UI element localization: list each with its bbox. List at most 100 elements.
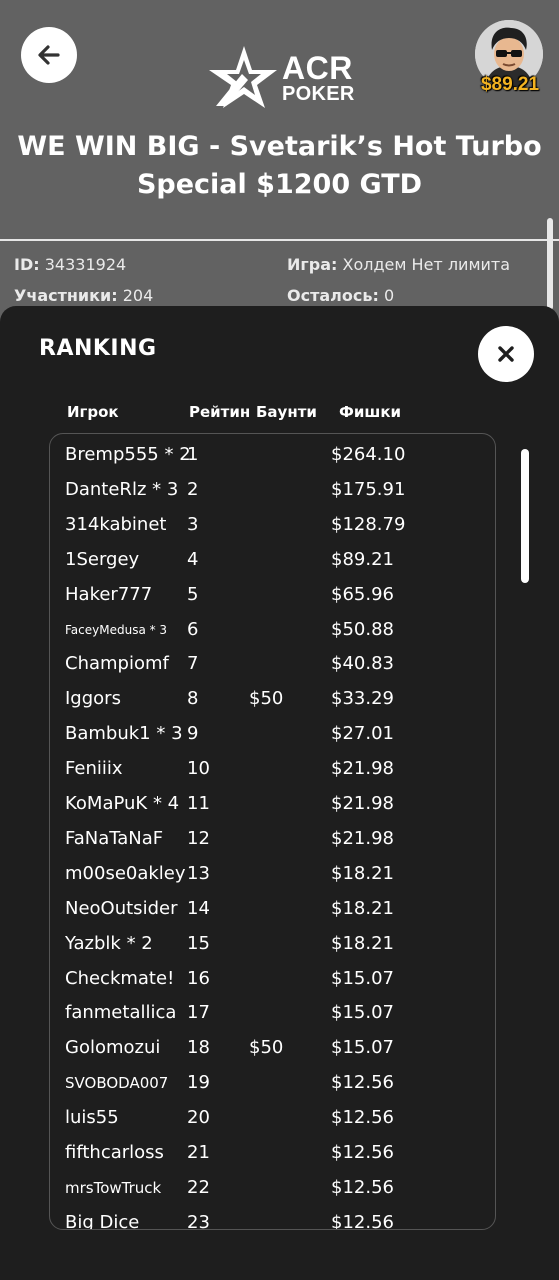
table-row[interactable]: mrsTowTruck 22 $12.56 bbox=[50, 1171, 495, 1206]
game-type: Игра: Холдем Нет лимита bbox=[287, 253, 510, 277]
col-header-rank[interactable]: Рейтин bbox=[189, 403, 250, 421]
player-rank: 19 bbox=[187, 1072, 210, 1094]
table-row[interactable]: Champiomf 7 $40.83 bbox=[50, 647, 495, 682]
table-row[interactable]: NeoOutsider 14 $18.21 bbox=[50, 892, 495, 927]
player-chips: $27.01 bbox=[331, 723, 394, 745]
player-name: 1Sergey bbox=[65, 548, 140, 570]
player-name: KoMaPuK * 4 bbox=[65, 793, 180, 814]
table-row[interactable]: fifthcarloss 21 $12.56 bbox=[50, 1136, 495, 1171]
acr-poker-logo: ACR POKER bbox=[206, 44, 356, 110]
player-chips: $21.98 bbox=[331, 758, 394, 780]
participants: Участники: 204 bbox=[14, 284, 153, 308]
player-chips: $15.07 bbox=[331, 1002, 394, 1024]
logo-poker: POKER bbox=[282, 83, 355, 105]
table-row[interactable]: Haker777 5 $65.96 bbox=[50, 578, 495, 613]
player-name: Bremp555 * 2 bbox=[65, 444, 191, 465]
col-header-chips[interactable]: Фишки bbox=[339, 403, 401, 421]
modal-title: RANKING bbox=[39, 336, 157, 361]
table-row[interactable]: m00se0akley 13 $18.21 bbox=[50, 857, 495, 892]
table-row[interactable]: 314kabinet 3 $128.79 bbox=[50, 508, 495, 543]
ranking-table[interactable]: Bremp555 * 2 1 $264.10 DanteRlz * 3 2 $175.91… bbox=[49, 433, 496, 1230]
player-name: luis55 bbox=[65, 1107, 119, 1129]
player-chips: $18.21 bbox=[331, 932, 394, 954]
id-value: 34331924 bbox=[44, 255, 127, 274]
player-name: Champiomf bbox=[65, 653, 169, 675]
player-chips: $65.96 bbox=[331, 583, 394, 605]
player-chips: $175.91 bbox=[331, 478, 406, 500]
info-right: Игра: Холдем Нет лимита Осталось: 0 bbox=[287, 253, 510, 308]
table-row[interactable]: DanteRlz * 3 2 $175.91 bbox=[50, 473, 495, 508]
player-rank: 7 bbox=[187, 653, 199, 675]
balance: $89.21 bbox=[480, 74, 540, 95]
game-label: Игра: bbox=[287, 255, 338, 274]
player-chips: $128.79 bbox=[331, 513, 406, 535]
table-row[interactable]: Iggors 8 $50 $33.29 bbox=[50, 682, 495, 717]
table-row[interactable]: 1Sergey 4 $89.21 bbox=[50, 543, 495, 578]
id-label: ID: bbox=[14, 255, 40, 274]
player-chips: $15.07 bbox=[331, 967, 394, 989]
player-name: Checkmate! bbox=[65, 967, 175, 989]
arrow-left-icon bbox=[38, 45, 60, 65]
remaining-value: 0 bbox=[383, 286, 395, 305]
player-chips: $21.98 bbox=[331, 793, 394, 814]
player-rank: 11 bbox=[187, 793, 210, 814]
player-rank: 3 bbox=[187, 513, 199, 535]
table-row[interactable]: FaNaTaNaF 12 $21.98 bbox=[50, 822, 495, 857]
title-line-2: Special $1200 GTD bbox=[136, 169, 423, 200]
player-chips: $12.56 bbox=[331, 1176, 394, 1198]
player-rank: 22 bbox=[187, 1176, 210, 1198]
ranking-scrollbar[interactable] bbox=[521, 449, 529, 583]
table-row[interactable]: Big Dice 23 $12.56 bbox=[50, 1206, 495, 1230]
participants-label: Участники: bbox=[14, 286, 118, 305]
col-header-player[interactable]: Игрок bbox=[67, 403, 119, 421]
table-row[interactable]: KoMaPuK * 4 11 $21.98 bbox=[50, 787, 495, 822]
player-name: fifthcarloss bbox=[65, 1142, 164, 1163]
player-chips: $50.88 bbox=[331, 618, 394, 640]
player-name: m00se0akley bbox=[65, 862, 186, 884]
table-row[interactable]: Golomozui 18 $50 $15.07 bbox=[50, 1031, 495, 1066]
game-value: Холдем Нет лимита bbox=[342, 255, 511, 274]
table-row[interactable]: SVOBODA007 19 $12.56 bbox=[50, 1066, 495, 1101]
table-row[interactable]: Yazblk * 2 15 $18.21 bbox=[50, 927, 495, 962]
player-name: fanmetallica bbox=[65, 1002, 177, 1024]
table-row[interactable]: Feniiix 10 $21.98 bbox=[50, 752, 495, 787]
ranking-modal: RANKING Игрок Рейтин Баунти Фишки Bremp5… bbox=[0, 306, 559, 1280]
tournament-title: WE WIN BIG - Svetarik’s Hot Turbo Specia… bbox=[0, 128, 559, 204]
col-header-bounty[interactable]: Баунти bbox=[256, 403, 317, 421]
player-rank: 14 bbox=[187, 897, 210, 919]
table-row[interactable]: FaceyMedusa * 3 6 $50.88 bbox=[50, 613, 495, 648]
player-rank: 21 bbox=[187, 1142, 210, 1163]
player-rank: 5 bbox=[187, 583, 199, 605]
player-bounty: $50 bbox=[249, 1037, 284, 1059]
account-avatar[interactable]: $89.21 bbox=[474, 18, 546, 98]
player-rank: 1 bbox=[187, 444, 199, 465]
player-rank: 15 bbox=[187, 932, 210, 954]
player-rank: 12 bbox=[187, 827, 210, 849]
table-row[interactable]: luis55 20 $12.56 bbox=[50, 1101, 495, 1136]
player-chips: $21.98 bbox=[331, 827, 394, 849]
close-button[interactable] bbox=[478, 326, 534, 382]
player-chips: $15.07 bbox=[331, 1037, 394, 1059]
logo-text: ACR POKER bbox=[282, 52, 355, 104]
player-name: Golomozui bbox=[65, 1037, 161, 1059]
player-rank: 17 bbox=[187, 1002, 210, 1024]
table-row[interactable]: Bambuk1 * 3 9 $27.01 bbox=[50, 717, 495, 752]
remaining: Осталось: 0 bbox=[287, 284, 510, 308]
player-rank: 4 bbox=[187, 548, 199, 570]
player-name: FaNaTaNaF bbox=[65, 827, 164, 849]
table-row[interactable]: fanmetallica 17 $15.07 bbox=[50, 996, 495, 1031]
page-scrollbar[interactable] bbox=[547, 218, 553, 310]
title-line-1: WE WIN BIG - Svetarik’s Hot Turbo bbox=[17, 131, 542, 162]
player-name: 314kabinet bbox=[65, 513, 167, 535]
player-chips: $18.21 bbox=[331, 862, 394, 884]
player-name: NeoOutsider bbox=[65, 897, 178, 919]
player-rank: 9 bbox=[187, 723, 199, 745]
table-row[interactable]: Bremp555 * 2 1 $264.10 bbox=[50, 438, 495, 473]
back-button[interactable] bbox=[21, 27, 77, 83]
player-chips: $12.56 bbox=[331, 1072, 394, 1094]
table-row[interactable]: Checkmate! 16 $15.07 bbox=[50, 962, 495, 997]
player-chips: $12.56 bbox=[331, 1211, 394, 1230]
player-rank: 20 bbox=[187, 1107, 210, 1129]
player-name: SVOBODA007 bbox=[65, 1074, 169, 1093]
tournament-id: ID: 34331924 bbox=[14, 253, 153, 277]
